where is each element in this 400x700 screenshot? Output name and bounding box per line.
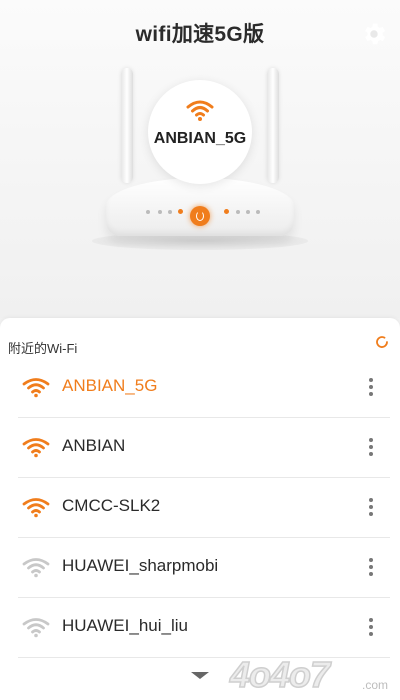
wifi-icon: [22, 378, 50, 398]
wifi-icon: [22, 618, 50, 638]
nearby-wifi-panel: 附近的Wi-Fi ANBIAN_5G ANBIAN CMCC-SLK2 HUAWEI_…: [0, 318, 400, 700]
wifi-icon: [22, 498, 50, 518]
router-illustration: ANBIAN_5G: [0, 60, 400, 260]
more-vertical-icon[interactable]: [364, 435, 378, 459]
router-antenna-left: [121, 68, 133, 183]
app-title: wifi加速5G版: [135, 23, 265, 46]
wifi-icon: [22, 558, 50, 578]
more-vertical-icon[interactable]: [364, 495, 378, 519]
section-title: 附近的Wi-Fi: [8, 341, 78, 356]
wifi-icon: [186, 100, 214, 121]
chevron-down-icon[interactable]: [188, 668, 212, 682]
gear-icon[interactable]: [360, 20, 388, 48]
more-vertical-icon[interactable]: [364, 375, 378, 399]
wifi-list-item[interactable]: ANBIAN: [18, 418, 390, 478]
wifi-list-item[interactable]: CMCC-SLK2: [18, 478, 390, 538]
connected-ssid: ANBIAN_5G: [153, 130, 247, 147]
wifi-icon: [22, 438, 50, 458]
wifi-list: ANBIAN_5G ANBIAN CMCC-SLK2 HUAWEI_sharpmobi…: [0, 358, 400, 658]
wifi-list-item[interactable]: ANBIAN_5G: [18, 358, 390, 418]
wifi-ssid: CMCC-SLK2: [62, 496, 161, 515]
router-antenna-right: [267, 68, 279, 183]
wifi-list-item[interactable]: HUAWEI_hui_liu: [18, 598, 390, 658]
wifi-ssid: ANBIAN: [62, 436, 126, 455]
more-vertical-icon[interactable]: [364, 555, 378, 579]
router-body: [106, 178, 294, 236]
wifi-ssid: ANBIAN_5G: [62, 376, 158, 395]
watermark-logo: 4o4o7 .com: [229, 653, 388, 696]
header-hero: wifi加速5G版 ANBIAN_5G: [0, 0, 400, 318]
more-vertical-icon[interactable]: [364, 615, 378, 639]
refresh-icon[interactable]: [374, 334, 390, 350]
wifi-ssid: HUAWEI_sharpmobi: [62, 556, 219, 575]
wifi-ssid: HUAWEI_hui_liu: [62, 616, 188, 635]
router-leds: [106, 206, 294, 226]
power-icon: [190, 206, 210, 226]
connected-network-bubble[interactable]: ANBIAN_5G: [148, 80, 252, 184]
wifi-list-item[interactable]: HUAWEI_sharpmobi: [18, 538, 390, 598]
